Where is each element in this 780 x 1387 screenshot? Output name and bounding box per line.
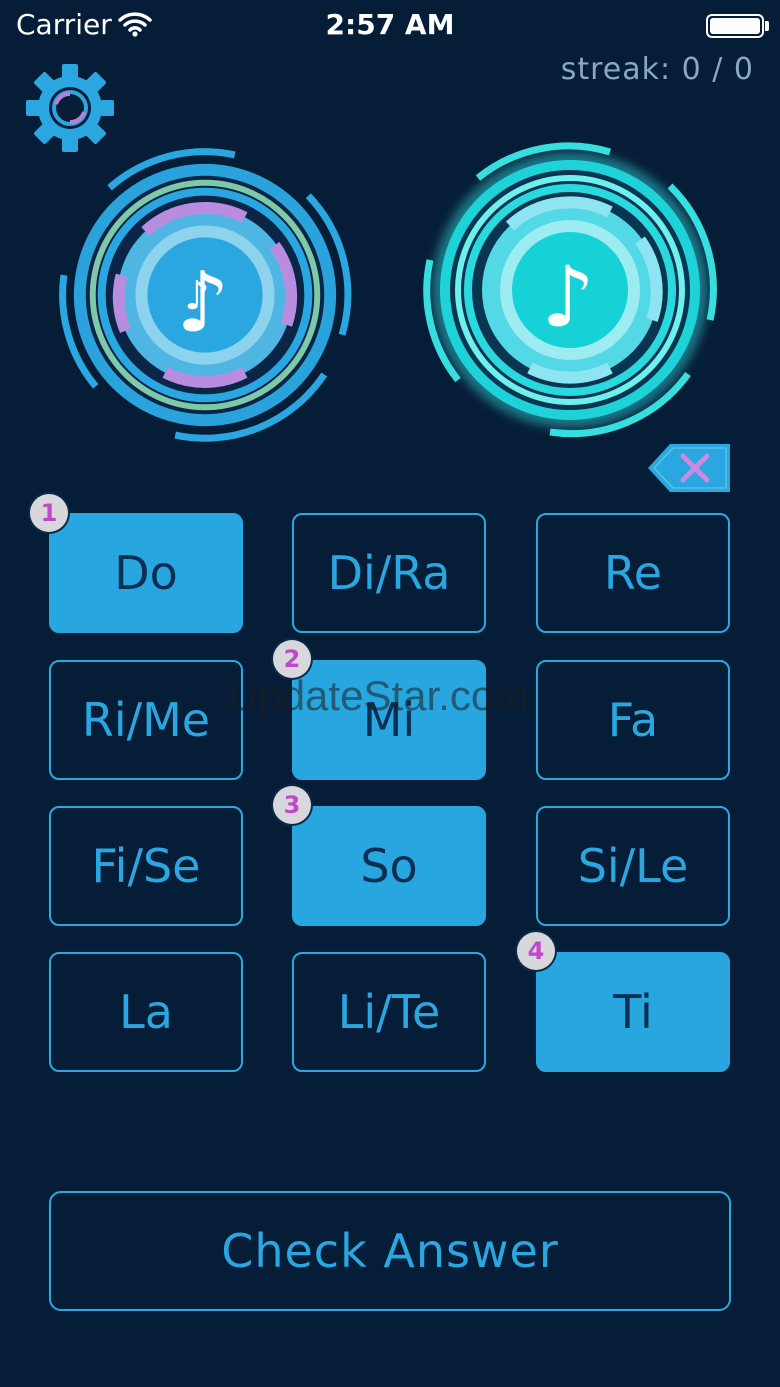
note-disc[interactable]: ♪ (420, 140, 720, 440)
key-si-le[interactable]: Si/Le (536, 806, 730, 926)
order-badge: 1 (30, 494, 68, 532)
key-label: Ri/Me (81, 693, 211, 747)
key-label: Do (114, 546, 178, 600)
key-fa[interactable]: Fa (536, 660, 730, 780)
backspace-icon[interactable] (646, 442, 732, 494)
order-badge: 4 (517, 932, 555, 970)
key-label: Re (603, 546, 663, 600)
status-bar: Carrier 2:57 AM (0, 0, 780, 56)
key-ti[interactable]: Ti (536, 952, 730, 1072)
key-label: La (119, 985, 173, 1039)
key-label: Fa (607, 693, 659, 747)
svg-text:♪: ♪ (541, 248, 595, 346)
key-mi[interactable]: Mi (292, 660, 486, 780)
key-re[interactable]: Re (536, 513, 730, 633)
svg-text:♪: ♪ (184, 273, 209, 319)
key-li-te[interactable]: Li/Te (292, 952, 486, 1072)
interval-disc[interactable]: ♪ ♪ (56, 146, 354, 444)
order-badge: 3 (273, 786, 311, 824)
battery-tip (765, 21, 769, 31)
key-label: Li/Te (337, 985, 441, 1039)
key-ri-me[interactable]: Ri/Me (49, 660, 243, 780)
streak-counter: streak: 0 / 0 (560, 52, 754, 87)
clock: 2:57 AM (325, 8, 455, 41)
key-label: Ti (613, 985, 653, 1039)
key-fi-se[interactable]: Fi/Se (49, 806, 243, 926)
key-so[interactable]: So (292, 806, 486, 926)
key-label: Fi/Se (91, 839, 201, 893)
key-label: Mi (362, 693, 416, 747)
gear-icon[interactable] (24, 62, 116, 154)
key-di-ra[interactable]: Di/Ra (292, 513, 486, 633)
battery-icon (706, 14, 764, 38)
key-do[interactable]: Do (49, 513, 243, 633)
key-la[interactable]: La (49, 952, 243, 1072)
check-answer-button[interactable]: Check Answer (49, 1191, 731, 1311)
key-label: Di/Ra (327, 546, 451, 600)
order-badge: 2 (273, 640, 311, 678)
key-label: Si/Le (577, 839, 689, 893)
key-label: So (360, 839, 418, 893)
